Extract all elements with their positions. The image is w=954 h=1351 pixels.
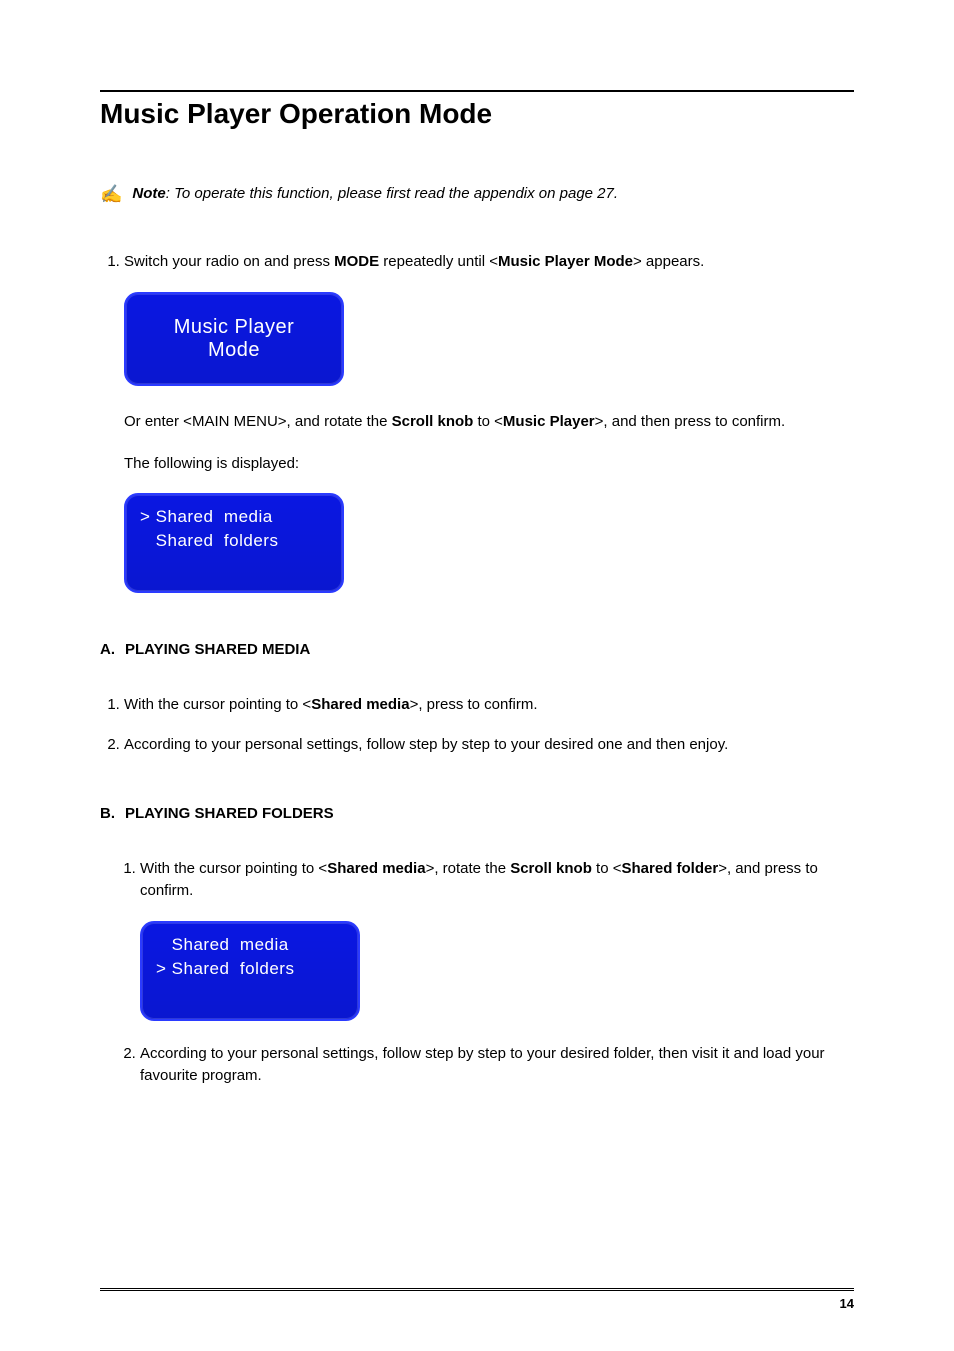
a-step-2: According to your personal settings, fol… [124, 734, 854, 757]
step1-mpm: Music Player Mode [498, 253, 633, 270]
b-step-2: According to your personal settings, fol… [140, 1043, 854, 1088]
section-b-steps: With the cursor pointing to <Shared medi… [100, 858, 854, 1088]
page-number: 14 [840, 1296, 854, 1311]
step1-mode: MODE [334, 253, 379, 270]
b1-b2: Scroll knob [510, 860, 592, 877]
after1-mp: Music Player [503, 413, 595, 430]
after-screen1: Or enter <MAIN MENU>, and rotate the Scr… [124, 408, 854, 479]
note-label: Note [132, 185, 165, 202]
b1-mid1: >, rotate the [426, 860, 511, 877]
screen2-row2: Shared folders [140, 529, 328, 554]
after1-line1: Or enter <MAIN MENU>, and rotate the Scr… [124, 408, 854, 437]
a1-b: Shared media [311, 696, 409, 713]
page: Music Player Operation Mode ✍ Note: To o… [0, 0, 954, 1351]
a1-pre: With the cursor pointing to < [124, 696, 311, 713]
b-step-1: With the cursor pointing to <Shared medi… [140, 858, 854, 1021]
main-steps: Switch your radio on and press MODE repe… [100, 251, 854, 274]
top-rule [100, 90, 854, 92]
screen1-line2: Mode [208, 339, 260, 362]
section-b-title: PLAYING SHARED FOLDERS [125, 805, 334, 822]
step1-mid: repeatedly until < [379, 253, 498, 270]
section-a-heading: A. PLAYING SHARED MEDIA [100, 641, 854, 658]
after1-pre: Or enter <MAIN MENU>, and rotate the [124, 413, 392, 430]
page-title: Music Player Operation Mode [100, 98, 854, 130]
note-body: : To operate this function, please first… [166, 185, 618, 202]
screen3-row2: > Shared folders [156, 957, 344, 982]
b1-pre: With the cursor pointing to < [140, 860, 327, 877]
screen3-row1: Shared media [156, 933, 344, 958]
screen-shared-list-2: Shared media > Shared folders [140, 921, 360, 1021]
b1-b1: Shared media [327, 860, 425, 877]
after1-scroll: Scroll knob [392, 413, 474, 430]
hand-icon: ✍ [100, 185, 122, 203]
screen-shared-list-1: > Shared media Shared folders [124, 493, 344, 593]
note-text: Note: To operate this function, please f… [132, 185, 618, 202]
section-a-letter: A. [100, 641, 115, 658]
step1-post: > appears. [633, 253, 704, 270]
section-a-title: PLAYING SHARED MEDIA [125, 641, 310, 658]
b1-mid2: to < [592, 860, 622, 877]
screen1-line1: Music Player [174, 316, 294, 339]
screen-music-player-mode: Music Player Mode [124, 292, 344, 386]
step1-pre: Switch your radio on and press [124, 253, 334, 270]
after1-post: >, and then press to confirm. [595, 413, 786, 430]
after1-line2: The following is displayed: [124, 450, 854, 479]
note-row: ✍ Note: To operate this function, please… [100, 185, 854, 203]
a1-post: >, press to confirm. [410, 696, 538, 713]
section-b-letter: B. [100, 805, 115, 822]
after1-mid: to < [473, 413, 503, 430]
step-1: Switch your radio on and press MODE repe… [124, 251, 854, 274]
screen2-row1: > Shared media [140, 505, 328, 530]
section-b-heading: B. PLAYING SHARED FOLDERS [100, 805, 854, 822]
footer-rule [100, 1288, 854, 1291]
b1-b3: Shared folder [622, 860, 719, 877]
section-a-steps: With the cursor pointing to <Shared medi… [100, 694, 854, 757]
a-step-1: With the cursor pointing to <Shared medi… [124, 694, 854, 717]
